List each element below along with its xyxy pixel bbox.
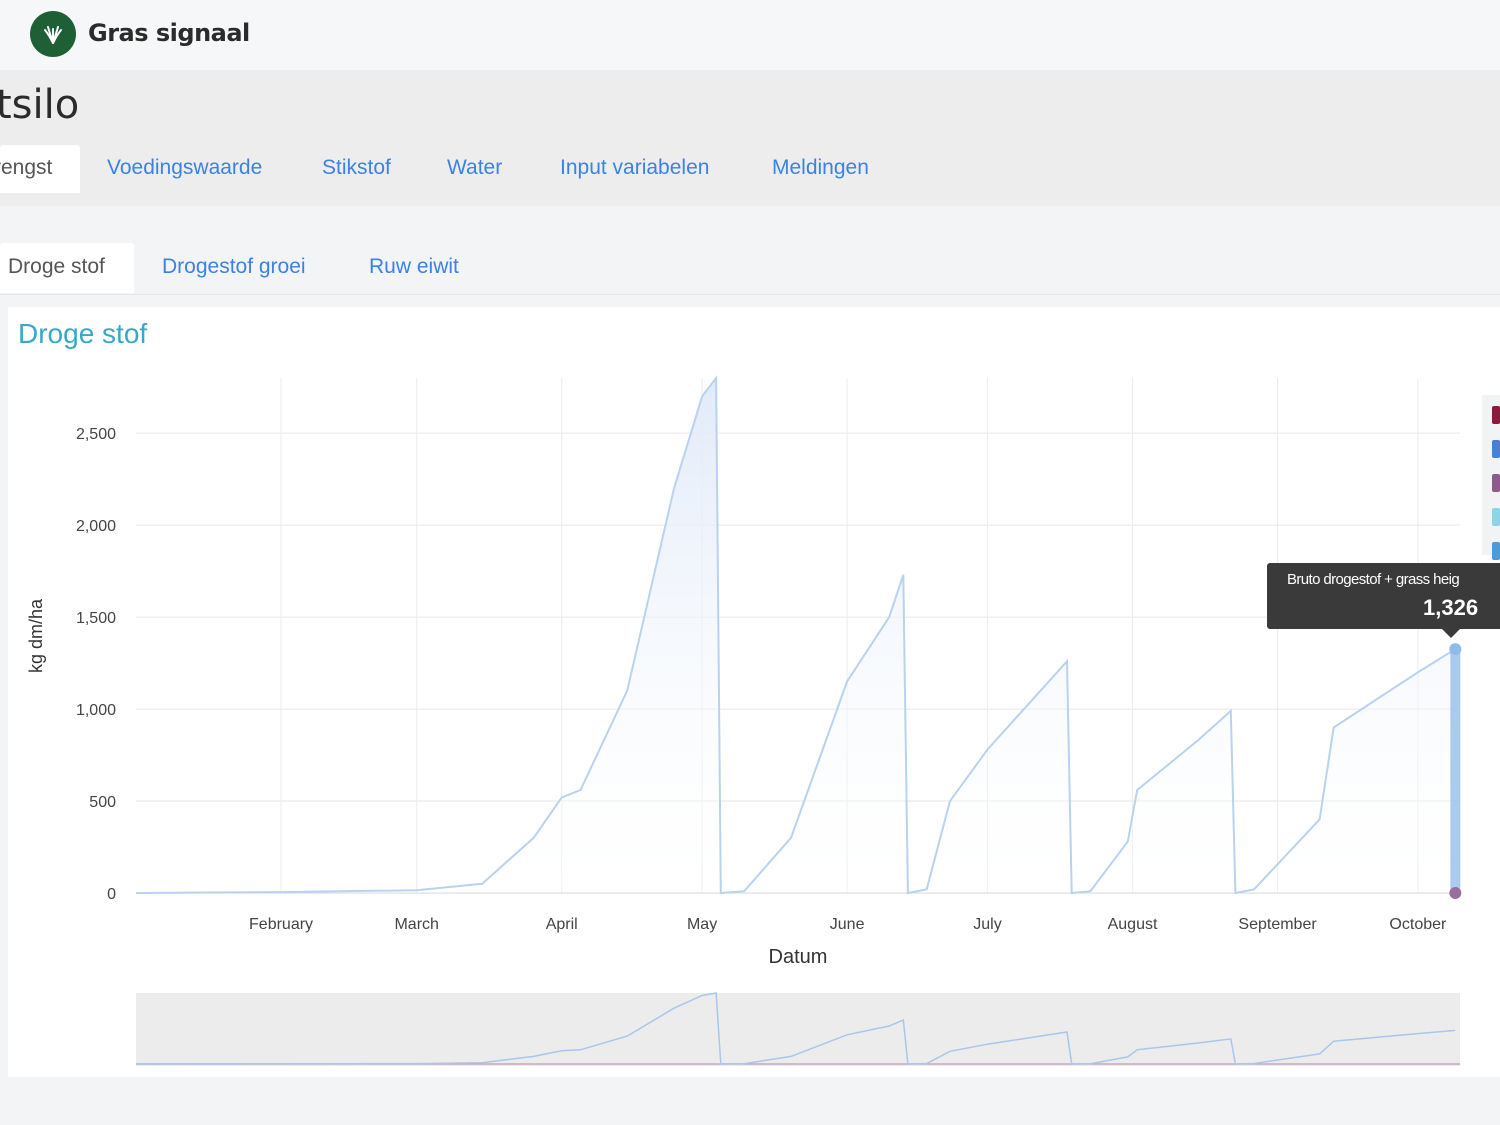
y-axis-title: kg dm/ha: [26, 598, 46, 673]
legend-item-swatch[interactable]: [1492, 508, 1500, 526]
tooltip-arrow: [1441, 628, 1461, 638]
y-tick-label: 0: [107, 886, 116, 903]
legend-item-swatch[interactable]: [1492, 542, 1500, 560]
y-tick-label: 2,500: [76, 426, 116, 443]
series-area: [136, 378, 1456, 893]
x-tick-label: May: [687, 916, 717, 933]
navigator-background: [136, 993, 1460, 1066]
y-tick-label: 500: [89, 794, 116, 811]
y-tick-label: 1,000: [76, 702, 116, 719]
y-tick-label: 2,000: [76, 518, 116, 535]
x-tick-label: July: [973, 916, 1001, 933]
x-tick-label: February: [249, 916, 313, 933]
x-tick-label: March: [394, 916, 438, 933]
series-line: [135, 375, 1456, 895]
chart-tooltip: Bruto drogestof + grass heig 1,326: [1267, 563, 1500, 629]
tooltip-label: Bruto drogestof + grass heig: [1287, 571, 1460, 588]
x-tick-label: June: [830, 916, 865, 933]
x-tick-label: August: [1108, 916, 1158, 933]
x-tick-label: October: [1389, 916, 1447, 933]
legend-item-swatch[interactable]: [1492, 474, 1500, 492]
y-tick-label: 1,500: [76, 610, 116, 627]
highlight-point: [1449, 643, 1462, 656]
legend-item-swatch[interactable]: [1492, 406, 1500, 424]
highlight-base-point: [1449, 887, 1462, 899]
legend-item-swatch[interactable]: [1492, 440, 1500, 458]
x-tick-label: September: [1238, 916, 1317, 933]
x-tick-label: April: [546, 916, 578, 933]
x-axis-title: Datum: [769, 946, 828, 968]
tooltip-value: 1,326: [1423, 595, 1479, 620]
